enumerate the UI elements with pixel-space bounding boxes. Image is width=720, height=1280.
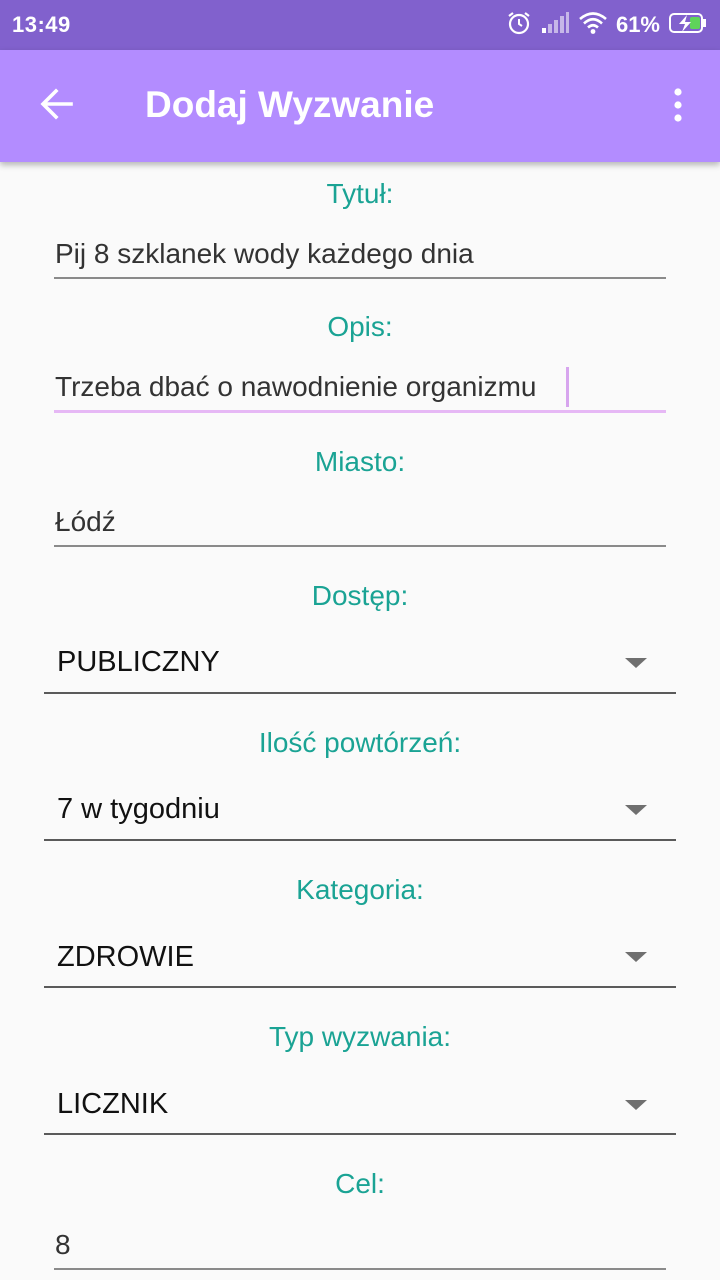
description-label: Opis:	[327, 311, 393, 342]
access-spinner-value: PUBLICZNY	[57, 646, 220, 678]
category-spinner-value: ZDROWIE	[57, 941, 194, 973]
goal-label: Cel:	[335, 1168, 385, 1199]
status-time: 13:49	[12, 12, 71, 37]
title-input-underline	[54, 277, 666, 279]
alarm-icon	[506, 10, 532, 41]
type-spinner-underline	[44, 1133, 676, 1135]
battery-percent: 61%	[615, 12, 660, 37]
battery-charging-icon	[668, 11, 708, 40]
wifi-icon	[578, 11, 608, 40]
title-input-value: Pij 8 szklanek wody każdego dnia	[55, 238, 474, 269]
category-spinner-underline	[44, 986, 676, 988]
page-title: Dodaj Wyzwanie	[145, 84, 435, 125]
dropdown-arrow-icon	[625, 805, 647, 815]
type-spinner-value: LICZNIK	[57, 1088, 169, 1120]
category-label: Kategoria:	[296, 874, 424, 905]
access-spinner-underline	[44, 692, 676, 694]
goal-input-underline	[54, 1268, 666, 1270]
dropdown-arrow-icon	[625, 1100, 647, 1110]
title-label: Tytuł:	[326, 178, 394, 209]
repeats-spinner-underline	[44, 839, 676, 841]
dropdown-arrow-icon	[625, 952, 647, 962]
repeats-label: Ilość powtórzeń:	[258, 727, 462, 758]
text-cursor	[566, 367, 569, 407]
city-input-value: Łódź	[55, 506, 116, 537]
status-bar: 13:49 61%	[0, 0, 720, 50]
more-vert-icon	[673, 87, 683, 128]
city-input-underline	[54, 545, 666, 547]
description-input-value: Trzeba dbać o nawodnienie organizmu	[55, 371, 537, 402]
type-label: Typ wyzwania:	[268, 1021, 452, 1052]
arrow-back-icon	[38, 86, 74, 127]
app-bar: Dodaj Wyzwanie	[0, 50, 720, 162]
access-label: Dostęp:	[311, 580, 409, 611]
dropdown-arrow-icon	[625, 658, 647, 668]
status-icons: 61%	[506, 10, 708, 40]
goal-input-value: 8	[55, 1229, 71, 1260]
city-label: Miasto:	[314, 446, 406, 477]
overflow-menu-button[interactable]	[658, 82, 698, 132]
description-input-underline	[54, 410, 666, 413]
signal-icon	[540, 11, 570, 40]
repeats-spinner-value: 7 w tygodniu	[57, 793, 220, 825]
back-button[interactable]	[28, 80, 84, 132]
